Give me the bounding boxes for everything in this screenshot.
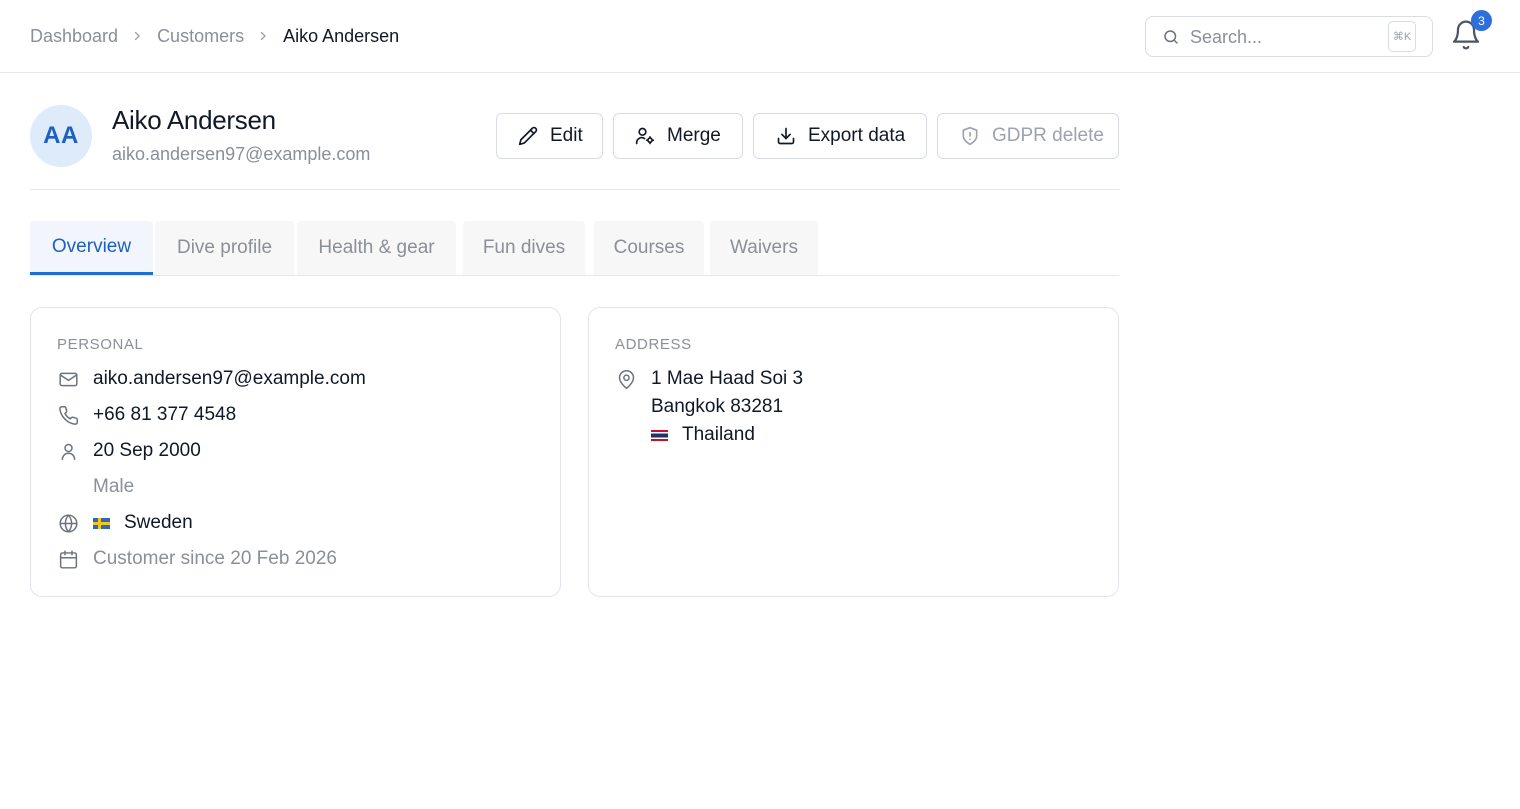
- search-box[interactable]: ⌘K: [1145, 16, 1433, 57]
- header-divider: [30, 189, 1119, 190]
- tab-health-gear[interactable]: Health & gear: [297, 221, 456, 275]
- search-input[interactable]: [1190, 23, 1380, 51]
- avatar: AA: [30, 105, 92, 167]
- edit-button[interactable]: Edit: [496, 113, 603, 159]
- thailand-flag-icon: [651, 429, 668, 441]
- top-bar: Dashboard Customers Aiko Andersen ⌘K 3: [0, 0, 1520, 73]
- personal-customer-since: Customer since 20 Feb 2026: [93, 548, 337, 569]
- address-line2: Bangkok 83281: [651, 396, 784, 417]
- download-icon: [777, 127, 795, 145]
- tab-fun-dives[interactable]: Fun dives: [463, 221, 585, 275]
- address-line2-row: Bangkok 83281: [651, 394, 783, 420]
- gdpr-delete-button-label: GDPR delete: [992, 125, 1104, 146]
- user-cog-icon: [635, 127, 655, 145]
- user-icon: [57, 440, 79, 462]
- tab-dive-profile[interactable]: Dive profile: [155, 221, 294, 275]
- personal-phone[interactable]: +66 81 377 4548: [93, 404, 236, 426]
- merge-button-label: Merge: [667, 125, 721, 146]
- personal-gender: Male: [93, 476, 135, 497]
- personal-card-title: PERSONAL: [57, 336, 144, 353]
- export-data-button-label: Export data: [808, 125, 906, 146]
- edit-button-label: Edit: [550, 125, 583, 146]
- gdpr-delete-button[interactable]: GDPR delete: [937, 113, 1119, 159]
- phone-icon: [57, 404, 79, 426]
- search-icon: [1162, 28, 1180, 46]
- breadcrumb: Dashboard Customers Aiko Andersen: [30, 24, 399, 48]
- shortcut-hint: ⌘K: [1388, 21, 1416, 52]
- tab-courses[interactable]: Courses: [594, 221, 704, 275]
- chevron-right-icon: [131, 30, 143, 42]
- address-card: ADDRESS 1 Mae Haad Soi 3 Bangkok 83281 T…: [588, 307, 1119, 597]
- pencil-icon: [518, 126, 538, 146]
- notification-count-badge: 3: [1471, 10, 1492, 31]
- tab-bar: Overview Dive profile Health & gear Fun …: [30, 221, 1119, 276]
- shield-alert-icon: [962, 126, 978, 146]
- customer-email: aiko.andersen97@example.com: [112, 144, 371, 164]
- personal-customer-since-row: Customer since 20 Feb 2026: [57, 546, 337, 572]
- personal-email[interactable]: aiko.andersen97@example.com: [93, 368, 366, 390]
- personal-nationality-row: Sweden: [57, 510, 193, 536]
- personal-email-row: aiko.andersen97@example.com: [57, 366, 366, 392]
- breadcrumb-customers[interactable]: Customers: [157, 26, 244, 47]
- export-data-button[interactable]: Export data: [753, 113, 927, 159]
- tab-overview[interactable]: Overview: [30, 221, 153, 275]
- chevron-right-icon: [257, 30, 269, 42]
- mail-icon: [57, 368, 79, 390]
- map-pin-icon: [615, 368, 637, 390]
- address-country-row: Thailand: [651, 422, 755, 448]
- merge-button[interactable]: Merge: [613, 113, 743, 159]
- tab-waivers[interactable]: Waivers: [710, 221, 818, 275]
- breadcrumb-current: Aiko Andersen: [283, 25, 400, 46]
- personal-gender-row: Male: [93, 474, 134, 500]
- address-line1-row: 1 Mae Haad Soi 3: [615, 366, 803, 392]
- calendar-icon: [57, 548, 79, 570]
- sweden-flag-icon: [93, 517, 110, 529]
- personal-card: PERSONAL aiko.andersen97@example.com +66…: [30, 307, 561, 597]
- personal-birthdate-row: 20 Sep 2000: [57, 438, 201, 464]
- personal-birthdate: 20 Sep 2000: [93, 440, 201, 461]
- address-card-title: ADDRESS: [615, 336, 692, 353]
- page-title: Aiko Andersen: [112, 105, 276, 135]
- address-line1: 1 Mae Haad Soi 3: [651, 368, 804, 389]
- personal-nationality: Sweden: [124, 512, 193, 533]
- personal-phone-row: +66 81 377 4548: [57, 402, 236, 428]
- globe-icon: [57, 512, 79, 534]
- breadcrumb-dashboard[interactable]: Dashboard: [30, 26, 118, 47]
- address-country: Thailand: [682, 424, 755, 445]
